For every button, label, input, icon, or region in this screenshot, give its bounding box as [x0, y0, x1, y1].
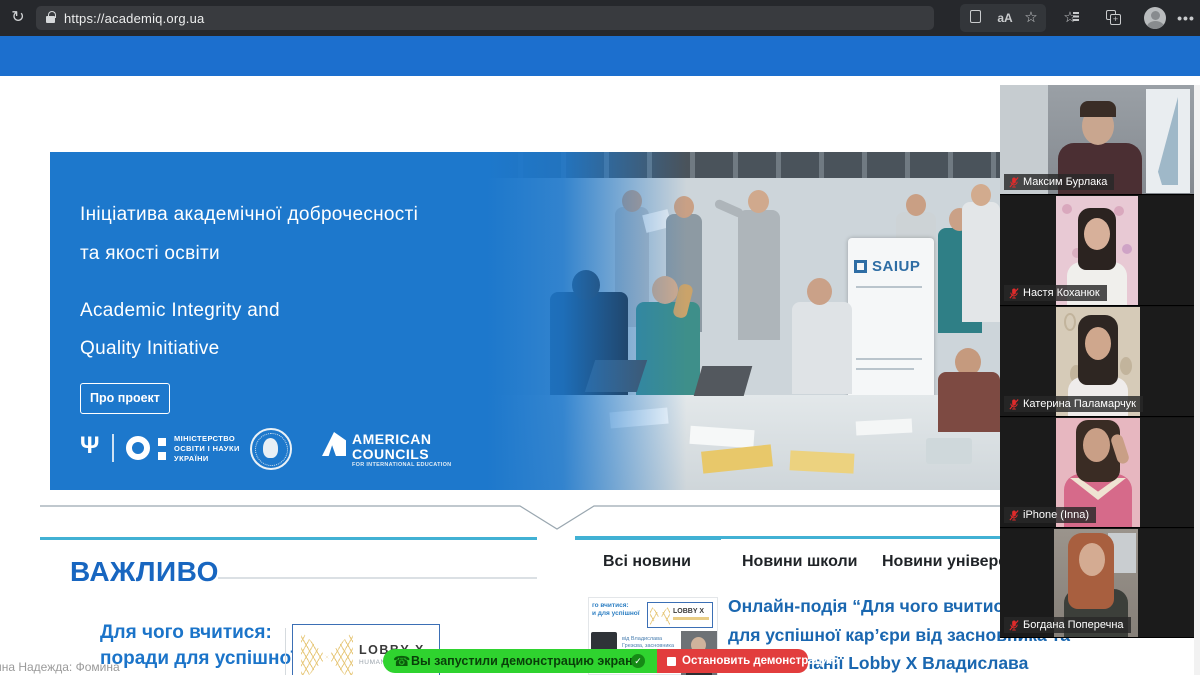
phone-icon: ☎ [393, 653, 410, 670]
stop-icon [667, 657, 676, 666]
read-aloud-icon[interactable] [965, 8, 985, 28]
stop-sharing-button[interactable]: Остановить демонстрацию [657, 649, 808, 673]
zoom-participants-panel: Максим Бурлака Настя Коханюк [1000, 85, 1194, 638]
participant-tile[interactable]: Настя Коханюк [1000, 196, 1194, 306]
participant-name: iPhone (Inna) [1023, 509, 1089, 521]
screen: ↻ https://academiq.org.ua aA ☆ ☆ + ••• f… [0, 0, 1200, 675]
muted-mic-icon [1009, 288, 1019, 299]
participant-tile[interactable]: Богдана Поперечна [1000, 529, 1194, 638]
muted-mic-icon [1009, 510, 1019, 521]
participant-name-tag: Катерина Паламарчук [1004, 396, 1143, 412]
left-section-topline [40, 537, 537, 540]
participant-tile[interactable]: iPhone (Inna) [1000, 418, 1194, 528]
panel-right-edge [1194, 85, 1200, 675]
translate-icon[interactable]: aA [993, 8, 1017, 28]
muted-mic-icon [1009, 177, 1019, 188]
logo-divider [112, 434, 114, 462]
ministry-logo-dot [158, 452, 166, 460]
video-person-hair [1080, 101, 1116, 117]
video-person-head [1083, 428, 1110, 462]
active-tab-indicator [575, 536, 721, 540]
video-person-head [1085, 327, 1111, 360]
refresh-icon[interactable]: ↻ [8, 8, 28, 28]
profile-avatar[interactable] [1144, 7, 1166, 29]
video-damask-bg [1064, 313, 1076, 331]
corner-participant-label: ина Надежда: Фомина [0, 660, 120, 674]
browser-toolbar: ↻ https://academiq.org.ua aA ☆ ☆ + ••• [0, 0, 1200, 36]
add-favorite-icon[interactable]: ☆ [1021, 8, 1041, 28]
ministry-text: МІНІСТЕРСТВО ОСВІТИ І НАУКИ УКРАЇНИ [174, 434, 240, 464]
lobby-x-icon [301, 631, 353, 675]
favorites-icon[interactable]: ☆ [1060, 8, 1080, 28]
hero-title-uk-1: Ініціатива академічної доброчесності [80, 204, 418, 226]
participant-name: Катерина Паламарчук [1023, 398, 1136, 410]
column-divider [285, 628, 286, 675]
participant-tile[interactable]: Катерина Паламарчук [1000, 307, 1194, 417]
participant-name-tag: Настя Коханюк [1004, 285, 1107, 301]
participant-name-tag: Максим Бурлака [1004, 174, 1114, 190]
participant-tile[interactable]: Максим Бурлака [1000, 85, 1194, 195]
participant-name-tag: Богдана Поперечна [1004, 617, 1131, 633]
burj-poster [1146, 89, 1190, 193]
important-heading: ВАЖЛИВО [70, 556, 219, 588]
important-item-title[interactable]: Для чого вчитися: поради для успішної [100, 620, 296, 672]
thumb-text: и для успішної [592, 610, 640, 618]
about-project-button[interactable]: Про проект [80, 383, 170, 414]
heading-rule [218, 577, 537, 579]
stop-sharing-label: Остановить демонстрацию [682, 655, 839, 667]
hero-title-en-1: Academic Integrity and [80, 300, 280, 322]
participant-name: Богдана Поперечна [1023, 619, 1124, 631]
participant-name: Настя Коханюк [1023, 287, 1100, 299]
video-person-head [1084, 218, 1110, 250]
american-councils-text: AMERICAN COUNCILS FOR INTERNATIONAL EDUC… [352, 432, 451, 468]
ukraine-trident-icon: Ψ [80, 432, 99, 460]
url-text: https://academiq.org.ua [64, 11, 204, 26]
thumb-text: го вчитися: [592, 602, 629, 610]
lock-icon [46, 16, 55, 23]
tab-school-news[interactable]: Новини школи [742, 553, 857, 571]
ministry-logo-dot [158, 438, 166, 446]
tab-all-news[interactable]: Всі новини [603, 553, 691, 571]
us-embassy-seal [250, 428, 292, 470]
muted-mic-icon [1009, 399, 1019, 410]
participant-name: Максим Бурлака [1023, 176, 1107, 188]
hero-photo: SAIUP [50, 152, 1000, 490]
hero-title-uk-2: та якості освіти [80, 243, 220, 265]
address-bar[interactable]: https://academiq.org.ua [36, 6, 934, 30]
screen-share-banner: ☎ Вы запустили демонстрацию экрана ✓ [383, 649, 657, 673]
section-divider-chevron [40, 500, 1000, 532]
collections-icon[interactable]: + [1104, 8, 1124, 28]
hero-banner: SAIUP [50, 152, 1000, 490]
social-bar: f in [0, 36, 1200, 76]
video-floral-bg [1062, 204, 1072, 214]
ministry-logo-icon [126, 436, 150, 460]
thumb-lobby-box: LOBBY X [647, 602, 713, 628]
muted-mic-icon [1009, 620, 1019, 631]
participant-name-tag: iPhone (Inna) [1004, 507, 1096, 523]
hero-title-en-2: Quality Initiative [80, 338, 220, 360]
browser-menu-icon[interactable]: ••• [1176, 8, 1196, 28]
video-person-head [1079, 543, 1105, 576]
share-message: Вы запустили демонстрацию экрана [411, 654, 640, 668]
check-icon: ✓ [631, 654, 645, 668]
